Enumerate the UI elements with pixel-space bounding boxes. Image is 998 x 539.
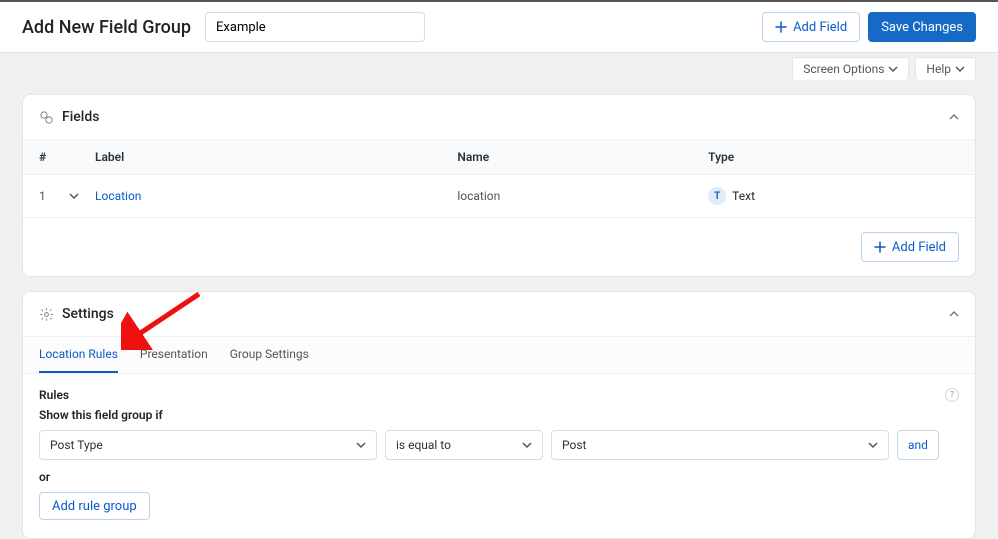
type-badge-icon: T (708, 187, 726, 205)
field-name-value: location (457, 189, 708, 203)
rule-row: Post Type is equal to Post and (39, 430, 959, 460)
caret-down-icon (955, 64, 965, 74)
add-field-button[interactable]: Add Field (762, 12, 860, 42)
save-changes-button[interactable]: Save Changes (868, 12, 976, 42)
collapse-toggle[interactable] (949, 309, 959, 319)
chevron-down-icon (522, 440, 532, 450)
gear-icon (39, 307, 54, 322)
fields-panel: Fields # Label Name Type 1 Location loca… (22, 94, 976, 277)
fields-panel-footer: Add Field (23, 218, 975, 276)
rule-param-select[interactable]: Post Type (39, 430, 377, 460)
tab-location-rules[interactable]: Location Rules (39, 337, 118, 373)
chevron-up-icon (949, 309, 959, 319)
topbar: Add New Field Group Add Field Save Chang… (0, 0, 998, 53)
caret-down-icon (888, 64, 898, 74)
expand-row-toggle[interactable] (69, 191, 95, 201)
chevron-up-icon (949, 112, 959, 122)
tab-presentation[interactable]: Presentation (140, 337, 208, 373)
settings-tabs: Location Rules Presentation Group Settin… (23, 336, 975, 374)
plus-icon (874, 241, 886, 253)
add-field-button-footer[interactable]: Add Field (861, 232, 959, 262)
add-field-footer-label: Add Field (892, 240, 946, 255)
rule-param-value: Post Type (50, 438, 103, 452)
screen-options-button[interactable]: Screen Options (792, 57, 909, 80)
and-button[interactable]: and (897, 430, 939, 460)
topbar-actions: Add Field Save Changes (762, 12, 976, 42)
fields-icon (39, 110, 54, 125)
tab-group-settings[interactable]: Group Settings (230, 337, 309, 373)
col-name: Name (457, 150, 708, 164)
rule-value-select[interactable]: Post (551, 430, 889, 460)
add-rule-group-button[interactable]: Add rule group (39, 492, 150, 520)
col-number: # (39, 150, 95, 164)
fields-panel-header: Fields (23, 95, 975, 139)
screen-options-label: Screen Options (803, 62, 884, 76)
rule-operator-select[interactable]: is equal to (385, 430, 543, 460)
chevron-down-icon (69, 191, 79, 201)
field-type-text: Text (732, 189, 755, 203)
plus-icon (775, 21, 787, 33)
settings-body: Rules ? Show this field group if Post Ty… (23, 374, 975, 538)
col-label: Label (95, 150, 457, 164)
chevron-down-icon (356, 440, 366, 450)
fields-table-header: # Label Name Type (23, 139, 975, 175)
col-type: Type (708, 150, 959, 164)
fields-panel-title: Fields (62, 109, 941, 125)
row-number: 1 (39, 189, 69, 203)
settings-panel-title: Settings (62, 306, 941, 322)
settings-panel: Settings Location Rules Presentation Gro… (22, 291, 976, 539)
page-title: Add New Field Group (22, 17, 191, 38)
help-icon[interactable]: ? (945, 388, 959, 402)
help-button[interactable]: Help (915, 57, 976, 80)
rules-heading: Rules (39, 388, 69, 402)
chevron-down-icon (868, 440, 878, 450)
rule-value-value: Post (562, 438, 586, 452)
show-if-label: Show this field group if (39, 408, 959, 422)
group-title-input[interactable] (205, 12, 425, 42)
table-row[interactable]: 1 Location location T Text (23, 175, 975, 218)
screen-options-row: Screen Options Help (0, 53, 998, 80)
field-type-cell: T Text (708, 187, 959, 205)
field-label-link[interactable]: Location (95, 189, 457, 203)
add-field-label: Add Field (793, 20, 847, 35)
or-label: or (39, 470, 959, 484)
rule-operator-value: is equal to (396, 438, 451, 452)
help-label: Help (926, 62, 951, 76)
rules-heading-row: Rules ? (39, 388, 959, 402)
collapse-toggle[interactable] (949, 112, 959, 122)
settings-panel-header: Settings (23, 292, 975, 336)
